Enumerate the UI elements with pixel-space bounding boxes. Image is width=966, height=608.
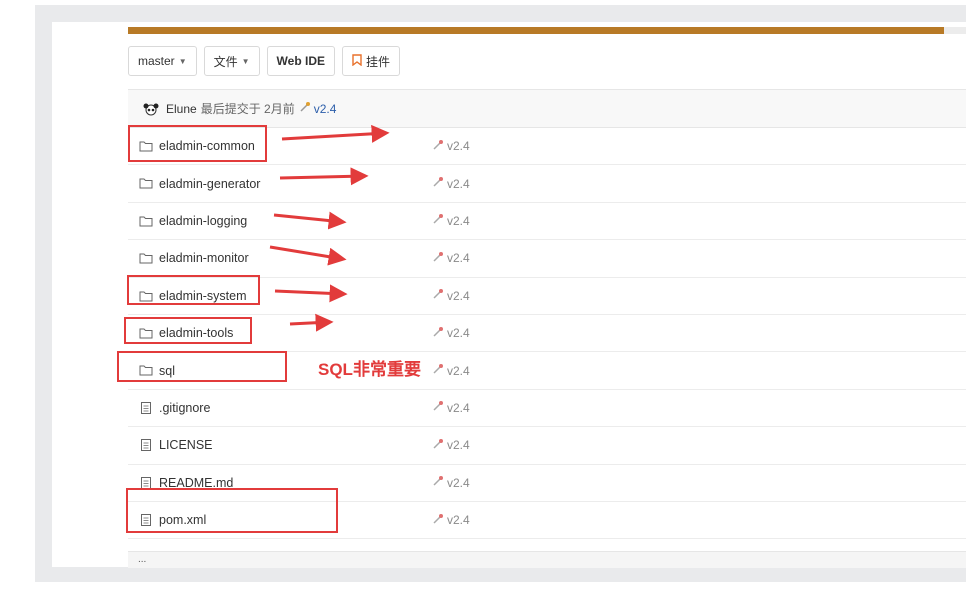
caret-down-icon: ▼ xyxy=(178,56,187,66)
commit-version: v2.4 xyxy=(447,438,470,453)
tag-icon xyxy=(432,438,444,453)
file-icon xyxy=(139,438,153,452)
commit-version: v2.4 xyxy=(447,213,470,228)
file-row[interactable]: eladmin-generator v2.4 xyxy=(128,165,966,203)
readme-toggle[interactable]: ... xyxy=(138,554,146,565)
tag-icon xyxy=(432,400,444,415)
avatar[interactable] xyxy=(142,102,160,116)
branch-label: master xyxy=(138,54,175,68)
highlight-box-sql xyxy=(117,351,287,382)
tag-icon xyxy=(432,475,444,490)
caret-down-icon: ▼ xyxy=(241,56,250,66)
tag-icon xyxy=(432,213,444,228)
highlight-box-common xyxy=(128,125,267,162)
repo-toolbar: master ▼ 文件 ▼ Web IDE 挂件 xyxy=(128,46,401,78)
file-commit[interactable]: v2.4 xyxy=(432,363,470,378)
file-row[interactable]: LICENSE v2.4 xyxy=(128,427,966,465)
file-name-link[interactable]: eladmin-generator xyxy=(159,177,260,191)
widget-button[interactable]: 挂件 xyxy=(342,46,401,76)
commit-version: v2.4 xyxy=(447,139,470,154)
commit-version: v2.4 xyxy=(447,326,470,341)
file-commit[interactable]: v2.4 xyxy=(432,513,470,528)
branch-select-button[interactable]: master ▼ xyxy=(128,46,197,76)
files-label: 文件 xyxy=(213,54,238,69)
commit-time-text: 最后提交于 2月前 xyxy=(200,102,295,116)
folder-icon xyxy=(139,176,153,190)
file-commit[interactable]: v2.4 xyxy=(432,326,470,341)
file-commit[interactable]: v2.4 xyxy=(432,139,470,154)
tag-icon xyxy=(432,176,444,191)
folder-icon xyxy=(139,214,153,228)
tag-icon xyxy=(299,101,311,116)
commit-version: v2.4 xyxy=(447,251,470,266)
web-ide-label: Web IDE xyxy=(276,54,325,68)
highlight-box-pom xyxy=(126,488,338,533)
folder-icon xyxy=(139,251,153,265)
commit-author[interactable]: Elune xyxy=(166,102,197,116)
file-row[interactable]: eladmin-logging v2.4 xyxy=(128,203,966,241)
commit-version: v2.4 xyxy=(447,513,470,528)
commit-version-link[interactable]: v2.4 xyxy=(314,102,337,116)
file-name-link[interactable]: LICENSE xyxy=(159,438,213,452)
file-icon xyxy=(139,401,153,415)
tag-icon xyxy=(432,513,444,528)
tag-icon xyxy=(432,363,444,378)
file-commit[interactable]: v2.4 xyxy=(432,213,470,228)
tag-icon xyxy=(432,251,444,266)
file-commit[interactable]: v2.4 xyxy=(432,288,470,303)
file-commit[interactable]: v2.4 xyxy=(432,475,470,490)
file-row[interactable]: eladmin-monitor v2.4 xyxy=(128,240,966,278)
file-name-link[interactable]: eladmin-logging xyxy=(159,214,247,228)
file-row[interactable]: .gitignore v2.4 xyxy=(128,390,966,428)
commit-version: v2.4 xyxy=(447,400,470,415)
tag-icon xyxy=(432,288,444,303)
file-commit[interactable]: v2.4 xyxy=(432,176,470,191)
commit-version: v2.4 xyxy=(447,475,470,490)
file-name-link[interactable]: eladmin-monitor xyxy=(159,251,249,265)
annotation-text: SQL非常重要 xyxy=(318,360,421,379)
file-commit[interactable]: v2.4 xyxy=(432,400,470,415)
highlight-box-system xyxy=(127,275,260,305)
web-ide-button[interactable]: Web IDE xyxy=(266,46,335,76)
file-commit[interactable]: v2.4 xyxy=(432,251,470,266)
tag-icon xyxy=(432,139,444,154)
readme-panel: ... xyxy=(128,551,966,568)
file-commit[interactable]: v2.4 xyxy=(432,438,470,453)
commit-version: v2.4 xyxy=(447,176,470,191)
commit-version: v2.4 xyxy=(447,288,470,303)
latest-commit-bar: Elune 最后提交于 2月前 v2.4 xyxy=(128,90,966,128)
file-name-link[interactable]: .gitignore xyxy=(159,401,210,415)
file-row[interactable]: eladmin-tools v2.4 xyxy=(128,315,966,353)
widget-label: 挂件 xyxy=(366,54,391,69)
language-progress-bar xyxy=(128,27,966,34)
progress-fill xyxy=(128,27,945,34)
commit-version: v2.4 xyxy=(447,363,470,378)
tag-icon xyxy=(432,326,444,341)
files-dropdown-button[interactable]: 文件 ▼ xyxy=(203,46,260,76)
highlight-box-tools xyxy=(124,317,252,344)
bookmark-icon xyxy=(352,53,362,69)
